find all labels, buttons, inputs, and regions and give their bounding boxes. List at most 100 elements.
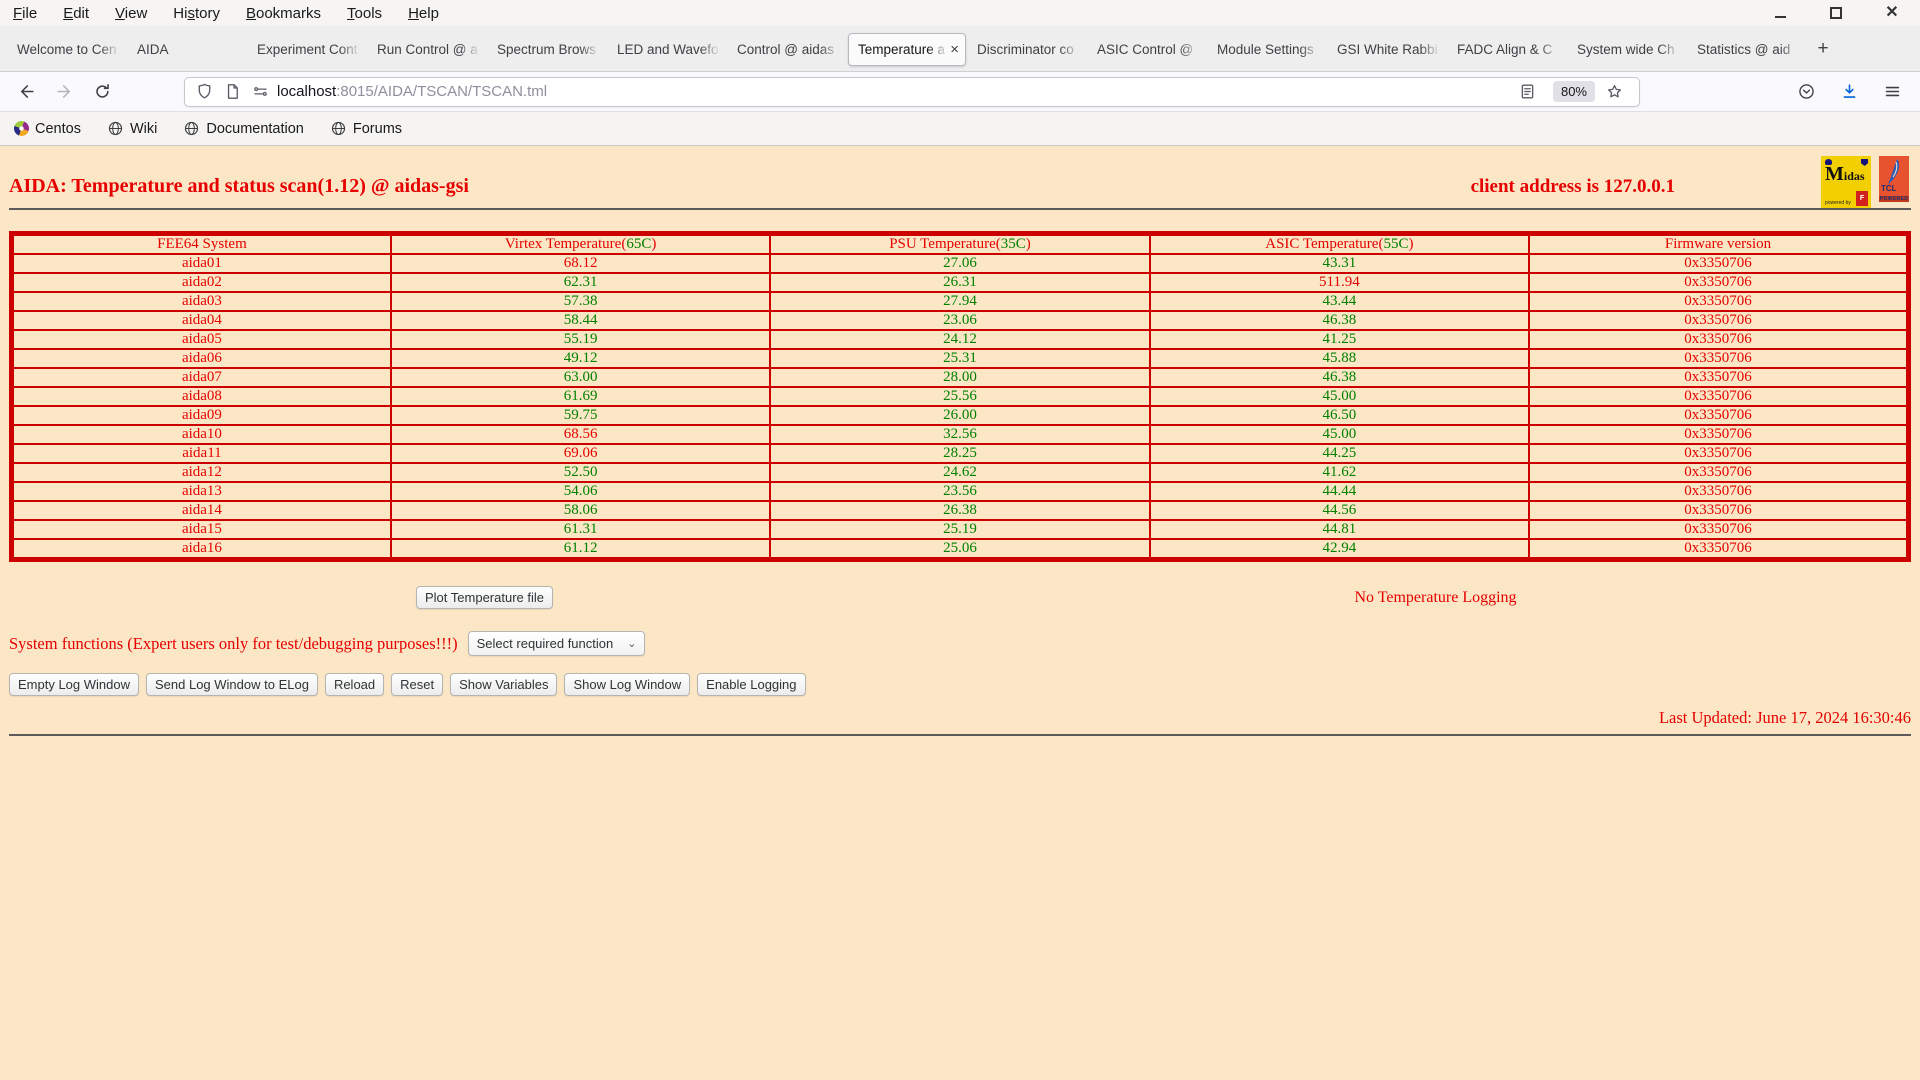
bookmark-forums[interactable]: Forums xyxy=(330,120,402,137)
cell-system: aida03 xyxy=(10,291,392,312)
cell-psu-temperature: 25.56 xyxy=(769,386,1151,407)
cell-virtex-temperature: 55.19 xyxy=(389,329,772,350)
tab-experiment-cont[interactable]: Experiment Cont xyxy=(248,33,366,66)
cell-system: aida11 xyxy=(10,443,392,464)
system-functions-label: System functions (Expert users only for … xyxy=(9,633,458,653)
menu-edit[interactable]: Edit xyxy=(50,5,102,22)
cell-system: aida10 xyxy=(10,424,392,445)
tab-gsi-white-rabbi[interactable]: GSI White Rabbi xyxy=(1328,33,1446,66)
tab-label: LED and Wavefo xyxy=(617,41,719,57)
tab-module-settings[interactable]: Module Settings xyxy=(1208,33,1326,66)
cell-firmware-version: 0x3350706 xyxy=(1528,500,1910,521)
menu-bookmarks[interactable]: Bookmarks xyxy=(233,5,334,22)
menu-help[interactable]: Help xyxy=(395,5,452,22)
column-header: Firmware version xyxy=(1528,232,1910,255)
plot-temperature-button[interactable]: Plot Temperature file xyxy=(416,586,553,609)
pocket-icon[interactable] xyxy=(1797,82,1816,101)
function-select[interactable]: Select required function ⌄ xyxy=(467,631,646,656)
cell-asic-temperature: 43.44 xyxy=(1148,291,1531,312)
bookmark-documentation[interactable]: Documentation xyxy=(183,120,304,137)
bookmark-label: Wiki xyxy=(129,120,158,137)
bookmark-star-icon[interactable] xyxy=(1603,81,1625,103)
reader-mode-icon[interactable] xyxy=(1517,81,1539,103)
page-header: AIDA: Temperature and status scan(1.12) … xyxy=(9,146,1911,208)
new-tab-button[interactable]: + xyxy=(1808,34,1838,64)
chevron-down-icon: ⌄ xyxy=(627,637,637,650)
function-select-value: Select required function xyxy=(476,636,614,651)
cell-virtex-temperature: 57.38 xyxy=(389,291,772,312)
show-variables-button[interactable]: Show Variables xyxy=(450,673,558,696)
cell-system: aida12 xyxy=(10,462,392,483)
menu-bar: File Edit View History Bookmarks Tools Help ✕ xyxy=(0,0,1920,27)
url-host: localhost xyxy=(277,83,337,100)
cell-firmware-version: 0x3350706 xyxy=(1528,405,1910,426)
back-icon[interactable] xyxy=(12,78,40,106)
forward-icon[interactable] xyxy=(50,78,78,106)
maximize-button[interactable] xyxy=(1828,5,1844,21)
column-header: ASIC Temperature(55C) xyxy=(1148,232,1531,255)
connection-icon[interactable] xyxy=(249,81,271,103)
tab-discriminator-co[interactable]: Discriminator co xyxy=(968,33,1086,66)
tab-welcome-to-cen[interactable]: Welcome to Cen xyxy=(8,33,126,66)
tab-led-and-wavefo[interactable]: LED and Wavefo xyxy=(608,33,726,66)
cell-virtex-temperature: 68.56 xyxy=(389,424,772,445)
cell-psu-temperature: 32.56 xyxy=(769,424,1151,445)
tab-spectrum-brows[interactable]: Spectrum Brows xyxy=(488,33,606,66)
cell-asic-temperature: 45.00 xyxy=(1148,424,1531,445)
bookmark-label: Documentation xyxy=(206,120,304,137)
close-button[interactable]: ✕ xyxy=(1884,5,1900,21)
shield-icon[interactable] xyxy=(193,81,215,103)
cell-virtex-temperature: 49.12 xyxy=(389,348,772,369)
enable-logging-button[interactable]: Enable Logging xyxy=(697,673,806,696)
tab-label: System wide Ch xyxy=(1577,41,1675,57)
menu-view[interactable]: View xyxy=(102,5,160,22)
logging-status: No Temperature Logging xyxy=(1354,588,1517,606)
tab-close-icon[interactable]: × xyxy=(948,41,959,58)
send-log-window-to-elog-button[interactable]: Send Log Window to ELog xyxy=(146,673,318,696)
cell-psu-temperature: 24.62 xyxy=(769,462,1151,483)
tab-control-aidas[interactable]: Control @ aidas xyxy=(728,33,846,66)
tab-statistics-aid[interactable]: Statistics @ aid xyxy=(1688,33,1806,66)
reset-button[interactable]: Reset xyxy=(391,673,444,696)
menu-tools[interactable]: Tools xyxy=(334,5,395,22)
show-log-window-button[interactable]: Show Log Window xyxy=(564,673,691,696)
tab-run-control-a[interactable]: Run Control @ a xyxy=(368,33,486,66)
tab-label: Temperature a xyxy=(858,41,946,57)
minimize-button[interactable] xyxy=(1772,5,1788,21)
tcl-powered-logo: TCL POWERED xyxy=(1879,156,1909,202)
url-bar[interactable]: localhost:8015/AIDA/TSCAN/TSCAN.tml 80% xyxy=(184,76,1640,107)
cell-system: aida09 xyxy=(10,405,392,426)
page-info-icon[interactable] xyxy=(221,81,243,103)
logos: Midas powered by F TCL POWERED xyxy=(1821,156,1909,208)
cell-system: aida01 xyxy=(10,253,392,274)
table-row: aida06 49.12 25.31 45.88 0x3350706 xyxy=(10,348,1910,369)
tab-temperature-a[interactable]: Temperature a × xyxy=(848,32,966,66)
bookmark-wiki[interactable]: Wiki xyxy=(107,120,157,137)
cell-psu-temperature: 28.25 xyxy=(769,443,1151,464)
cell-psu-temperature: 25.19 xyxy=(769,519,1151,540)
cell-virtex-temperature: 63.00 xyxy=(389,367,772,388)
cell-firmware-version: 0x3350706 xyxy=(1528,367,1910,388)
zoom-level-button[interactable]: 80% xyxy=(1552,81,1595,102)
download-icon[interactable] xyxy=(1840,82,1859,101)
reload-icon[interactable] xyxy=(88,78,116,106)
action-buttons-row: Empty Log Window Send Log Window to ELog R… xyxy=(9,673,1911,696)
tab-aida[interactable]: AIDA xyxy=(128,33,246,66)
tab-asic-control[interactable]: ASIC Control @ xyxy=(1088,33,1206,66)
menu-file[interactable]: File xyxy=(0,5,50,22)
column-header: FEE64 System xyxy=(10,232,392,255)
tab-system-wide-ch[interactable]: System wide Ch xyxy=(1568,33,1686,66)
url-text[interactable]: localhost:8015/AIDA/TSCAN/TSCAN.tml xyxy=(277,83,1517,100)
cell-psu-temperature: 26.00 xyxy=(769,405,1151,426)
menu-history[interactable]: History xyxy=(160,5,233,22)
cell-asic-temperature: 45.00 xyxy=(1148,386,1531,407)
reload-button[interactable]: Reload xyxy=(324,673,385,696)
bookmark-centos[interactable]: Centos xyxy=(11,118,81,139)
cell-asic-temperature: 43.31 xyxy=(1148,253,1531,274)
cell-psu-temperature: 26.31 xyxy=(769,272,1151,293)
menu-hamburger-icon[interactable] xyxy=(1883,82,1902,101)
tab-fadc-align-c[interactable]: FADC Align & C xyxy=(1448,33,1566,66)
table-row: aida12 52.50 24.62 41.62 0x3350706 xyxy=(10,462,1910,483)
empty-log-window-button[interactable]: Empty Log Window xyxy=(9,673,139,696)
table-header-row: FEE64 System Virtex Temperature(65C) PSU T… xyxy=(10,232,1910,255)
